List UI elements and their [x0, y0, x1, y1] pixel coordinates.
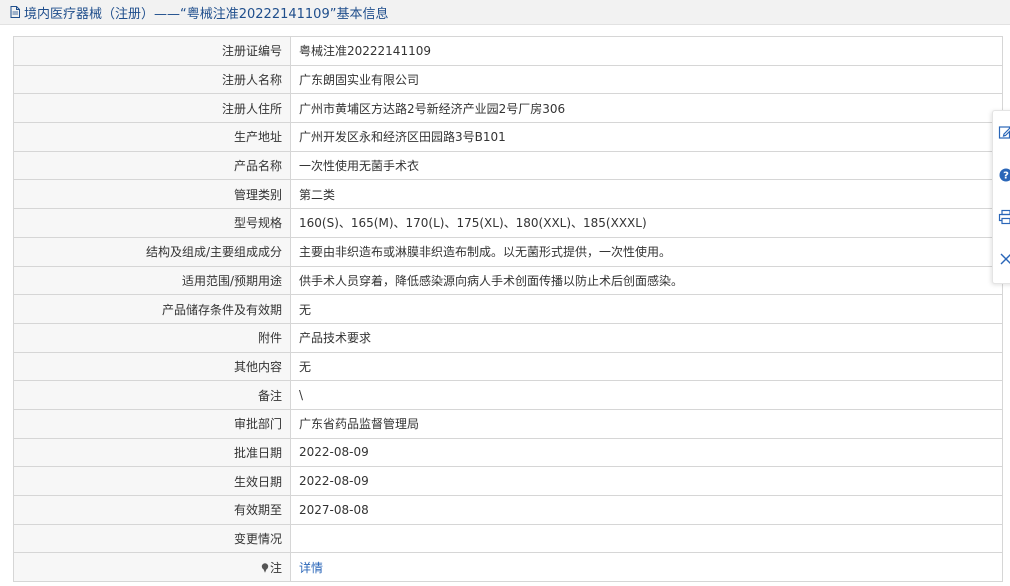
svg-text:?: ? — [1003, 171, 1009, 182]
table-row: 适用范围/预期用途 供手术人员穿着，降低感染源向病人手术创面传播以防止术后创面感染… — [13, 265, 1003, 296]
print-icon[interactable] — [998, 209, 1010, 225]
table-row: 附件 产品技术要求 — [13, 322, 1003, 353]
field-value: 粤械注准20222141109 — [290, 36, 1003, 66]
table-row: 其他内容无 — [13, 351, 1003, 382]
field-label: 注册人名称 — [13, 64, 291, 95]
table-row: 生产地址 广州开发区永和经济区田园路3号B101 — [13, 122, 1003, 152]
table-row: 结构及组成/主要组成成分 主要由非织造布或淋膜非织造布制成。以无菌形式提供，一次性… — [13, 236, 1003, 267]
field-label: 其他内容 — [13, 351, 291, 382]
table-row: 产品名称 一次性使用无菌手术衣 — [13, 150, 1003, 181]
field-value: 2027-08-08 — [290, 495, 1003, 525]
table-row: 管理类别 第二类 — [13, 179, 1003, 210]
table-row: 注册证编号 粤械注准20222141109 — [13, 36, 1003, 66]
field-label: 管理类别 — [13, 179, 291, 210]
field-label: 产品名称 — [13, 150, 291, 181]
field-value: 广东朗固实业有限公司 — [290, 64, 1003, 95]
note-value-cell: 详情 — [290, 552, 1003, 583]
field-value: 无 — [290, 294, 1003, 324]
close-icon[interactable] — [998, 251, 1010, 267]
document-icon — [10, 6, 20, 18]
field-value: 广东省药品监督管理局 — [290, 408, 1003, 439]
field-value — [290, 523, 1003, 554]
field-label: 变更情况 — [13, 523, 291, 554]
note-label: 注 — [269, 560, 282, 575]
field-label: 注册证编号 — [13, 36, 291, 66]
field-label: 有效期至 — [13, 495, 291, 525]
field-label: 生产地址 — [13, 122, 291, 152]
page-title: 境内医疗器械（注册）——“粤械注准20222141109”基本信息 — [24, 6, 389, 22]
pin-icon — [261, 563, 269, 573]
field-label: 型号规格 — [13, 208, 291, 238]
table-row: 备注 \ — [13, 380, 1003, 410]
table-row: 有效期至 2027-08-08 — [13, 495, 1003, 525]
field-label: 审批部门 — [13, 408, 291, 439]
field-value: 2022-08-09 — [290, 437, 1003, 468]
table-row: 生效日期 2022-08-09 — [13, 466, 1003, 496]
details-link[interactable]: 详情 — [299, 561, 323, 575]
field-value: 160(S)、165(M)、170(L)、175(XL)、180(XXL)、18… — [290, 208, 1003, 238]
field-value: 广州开发区永和经济区田园路3号B101 — [290, 122, 1003, 152]
table-row-note: 注 详情 — [13, 552, 1003, 583]
edit-icon[interactable] — [998, 124, 1010, 140]
field-label: 批准日期 — [13, 437, 291, 468]
table-row: 变更情况 — [13, 523, 1003, 554]
table-row: 型号规格 160(S)、165(M)、170(L)、175(XL)、180(XXL… — [13, 208, 1003, 238]
field-value: 产品技术要求 — [290, 322, 1003, 353]
field-value: 一次性使用无菌手术衣 — [290, 150, 1003, 181]
field-value: 主要由非织造布或淋膜非织造布制成。以无菌形式提供，一次性使用。 — [290, 236, 1003, 267]
field-label: 注册人住所 — [13, 93, 291, 124]
field-value: 无 — [290, 351, 1003, 382]
info-table: 注册证编号 粤械注准20222141109 注册人名称 广东朗固实业有限公司 注册人住所… — [13, 36, 1003, 583]
table-row: 审批部门 广东省药品监督管理局 — [13, 408, 1003, 439]
help-icon[interactable]: ? — [998, 167, 1010, 183]
field-label: 产品储存条件及有效期 — [13, 294, 291, 324]
field-value: 供手术人员穿着，降低感染源向病人手术创面传播以防止术后创面感染。 — [290, 265, 1003, 296]
table-row: 产品储存条件及有效期无 — [13, 294, 1003, 324]
table-row: 注册人名称 广东朗固实业有限公司 — [13, 64, 1003, 95]
field-label: 适用范围/预期用途 — [13, 265, 291, 296]
field-value: 第二类 — [290, 179, 1003, 210]
field-value: 广州市黄埔区方达路2号新经济产业园2号厂房306 — [290, 93, 1003, 124]
field-label: 备注 — [13, 380, 291, 410]
field-label: 结构及组成/主要组成成分 — [13, 236, 291, 267]
table-row: 批准日期 2022-08-09 — [13, 437, 1003, 468]
field-label: 附件 — [13, 322, 291, 353]
field-value: 2022-08-09 — [290, 466, 1003, 496]
field-value: \ — [290, 380, 1003, 410]
floating-toolbar: ? — [992, 110, 1010, 284]
page-header: 境内医疗器械（注册）——“粤械注准20222141109”基本信息 — [0, 0, 1010, 25]
note-label-cell: 注 — [13, 552, 291, 583]
field-label: 生效日期 — [13, 466, 291, 496]
table-row: 注册人住所 广州市黄埔区方达路2号新经济产业园2号厂房306 — [13, 93, 1003, 124]
